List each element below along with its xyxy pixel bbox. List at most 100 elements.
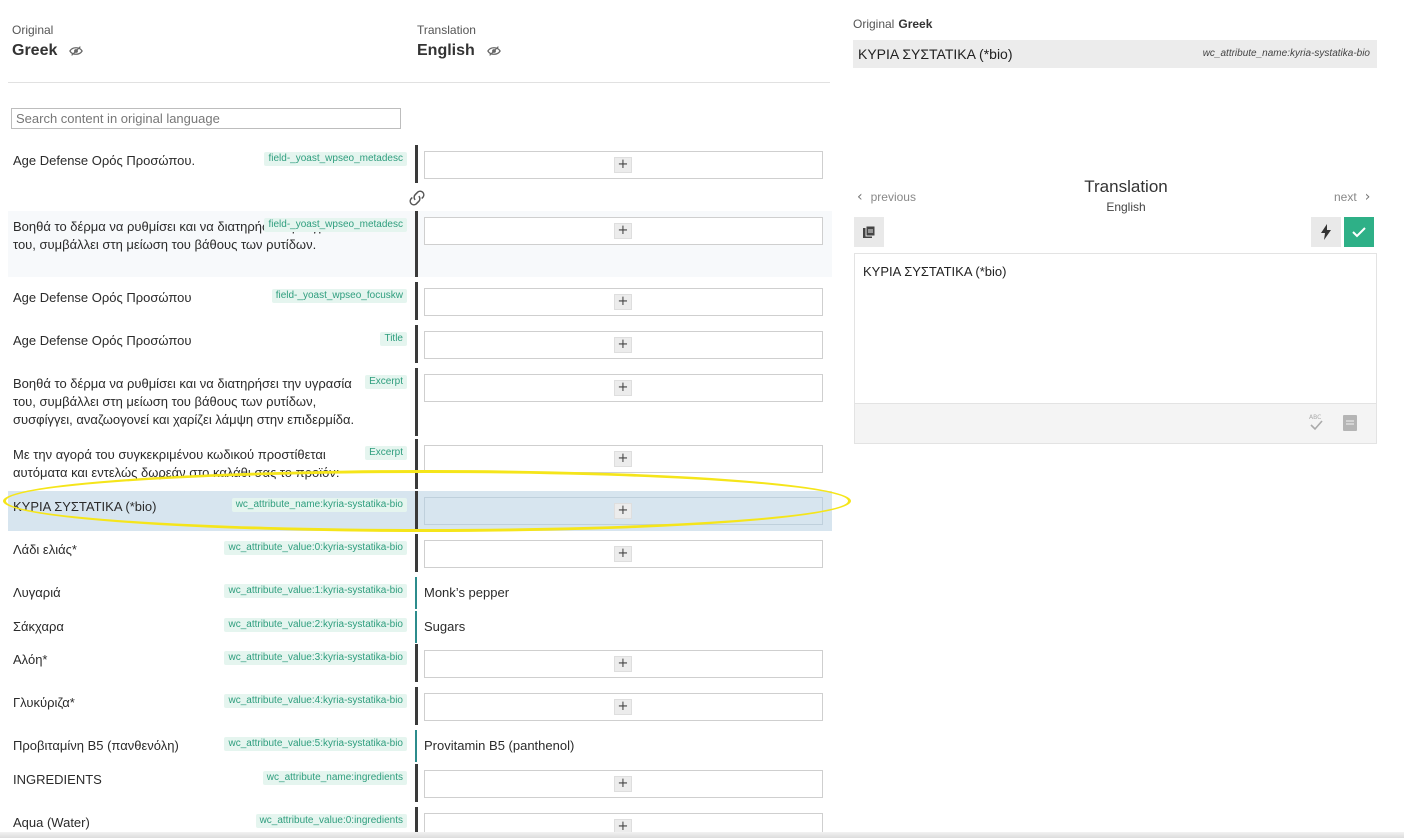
string-row-selected[interactable]: ΚΥΡΙΑ ΣΥΣΤΑΤΙΚΑ (*bio) wc_attribute_name… [8,491,832,531]
window-bottom-edge [0,832,1404,838]
row-separator [415,145,418,183]
source-text: Με την αγορά του συγκεκριμένου κωδικού π… [13,447,340,480]
translation-box[interactable]: + [424,497,823,525]
row-separator-translated [415,730,417,762]
field-tag: Excerpt [365,446,407,460]
translation-box[interactable]: + [424,217,823,245]
original-label: Original [12,23,54,37]
previous-button[interactable]: ‹ previous [857,189,916,205]
string-row[interactable]: Γλυκύριζα* wc_attribute_value:4:kyria-sy… [8,687,832,725]
translation-text[interactable]: Monk’s pepper [424,584,509,602]
glossary-icon[interactable] [1342,414,1358,432]
save-translation-button[interactable] [1344,217,1374,247]
field-tag: wc_attribute_value:0:ingredients [255,814,407,828]
field-tag: wc_attribute_name:ingredients [262,771,407,785]
header-divider [8,82,830,83]
next-button[interactable]: next › [1334,189,1370,205]
add-translation-button[interactable]: + [614,223,632,239]
row-separator [415,764,418,802]
panel-original-header: Original Greek [853,17,932,31]
chevron-left-icon: ‹ [857,189,863,205]
field-tag: wc_attribute_value:3:kyria-systatika-bio [224,651,407,665]
checkmark-icon [1352,227,1366,238]
translation-language: English [417,42,475,59]
translation-box[interactable]: + [424,445,823,473]
string-row[interactable]: Αλόη* wc_attribute_value:3:kyria-systati… [8,644,832,682]
field-tag: wc_attribute_value:2:kyria-systatika-bio [224,618,407,632]
string-row[interactable]: Λάδι ελιάς* wc_attribute_value:0:kyria-s… [8,534,832,572]
translation-editor[interactable]: ΚΥΡΙΑ ΣΥΣΤΑΤΙΚΑ (*bio) [854,253,1377,404]
add-translation-button[interactable]: + [614,451,632,467]
add-translation-button[interactable]: + [614,157,632,173]
translation-box[interactable]: + [424,374,823,402]
field-tag: Excerpt [365,375,407,389]
field-tag: wc_attribute_name:kyria-systatika-bio [231,498,407,512]
string-row[interactable]: Age Defense Ορός Προσώπου Title + [8,325,832,363]
editor-toolbar: ABC [854,404,1377,444]
row-separator [415,534,418,572]
string-row[interactable]: Λυγαριά wc_attribute_value:1:kyria-systa… [8,577,832,609]
editor-text[interactable]: ΚΥΡΙΑ ΣΥΣΤΑΤΙΚΑ (*bio) [863,264,1006,279]
panel-source-tag: wc_attribute_name:kyria-systatika-bio [1202,48,1370,59]
translation-box[interactable]: + [424,331,823,359]
add-translation-button[interactable]: + [614,776,632,792]
add-translation-button[interactable]: + [614,503,632,519]
bolt-icon [1321,224,1331,240]
string-row[interactable]: Βοηθά το δέρμα να ρυθμίσει και να διατηρ… [8,368,832,436]
add-translation-button[interactable]: + [614,294,632,310]
svg-text:ABC: ABC [1309,414,1321,421]
row-separator [415,282,418,320]
copy-source-button[interactable] [854,217,884,247]
add-translation-button[interactable]: + [614,656,632,672]
translation-box[interactable]: + [424,540,823,568]
translation-box[interactable]: + [424,770,823,798]
panel-title: Translation [1084,177,1168,196]
add-translation-button[interactable]: + [614,380,632,396]
search-input[interactable] [11,108,401,129]
eye-slash-icon[interactable] [486,44,501,58]
spellcheck-icon[interactable]: ABC [1308,412,1324,432]
row-separator [415,644,418,682]
string-row[interactable]: Σάκχαρα wc_attribute_value:2:kyria-systa… [8,611,832,643]
string-row[interactable]: Με την αγορά του συγκεκριμένου κωδικού π… [8,439,832,489]
add-translation-button[interactable]: + [614,546,632,562]
panel-source-text: ΚΥΡΙΑ ΣΥΣΤΑΤΙΚΑ (*bio) [858,46,1013,62]
translation-box[interactable]: + [424,151,823,179]
field-tag: field-_yoast_wpseo_metadesc [264,152,407,166]
string-row[interactable]: Age Defense Ορός Προσώπου. field-_yoast_… [8,145,832,183]
translation-text[interactable]: Sugars [424,618,465,636]
translation-box[interactable]: + [424,650,823,678]
field-tag: field-_yoast_wpseo_focuskw [271,289,407,303]
field-tag: wc_attribute_value:4:kyria-systatika-bio [224,694,407,708]
next-label: next [1334,190,1357,204]
row-separator [415,687,418,725]
translation-header: Translation English [417,23,501,60]
string-row[interactable]: Age Defense Ορός Προσώπου field-_yoast_w… [8,282,832,320]
source-text: Age Defense Ορός Προσώπου [13,333,192,348]
row-separator [415,439,418,489]
panel-source-string: ΚΥΡΙΑ ΣΥΣΤΑΤΙΚΑ (*bio) wc_attribute_name… [853,40,1377,68]
string-row[interactable]: Βοηθά το δέρμα να ρυθμίσει και να διατηρ… [8,211,832,277]
translation-label: Translation [417,23,476,37]
row-separator [415,491,418,531]
link-icon[interactable] [406,187,428,209]
add-translation-button[interactable]: + [614,699,632,715]
machine-translate-button[interactable] [1311,217,1341,247]
source-text: Βοηθά το δέρμα να ρυθμίσει και να διατηρ… [13,376,355,427]
translation-box[interactable]: + [424,288,823,316]
string-row[interactable]: INGREDIENTS wc_attribute_name:ingredient… [8,764,832,802]
field-tag: Title [380,332,407,346]
field-tag: wc_attribute_value:1:kyria-systatika-bio [224,584,407,598]
string-row[interactable]: Προβιταμίνη Β5 (πανθενόλη) wc_attribute_… [8,730,832,762]
translation-text[interactable]: Provitamin B5 (panthenol) [424,737,574,755]
translation-box[interactable]: + [424,693,823,721]
row-separator-translated [415,577,417,609]
copy-icon [863,225,876,238]
eye-slash-icon[interactable] [69,44,84,58]
panel-subtitle: English [1106,200,1146,214]
add-translation-button[interactable]: + [614,337,632,353]
row-separator [415,325,418,363]
field-tag: field-_yoast_wpseo_metadesc [264,218,407,232]
previous-label: previous [870,190,916,204]
row-separator [415,211,418,277]
